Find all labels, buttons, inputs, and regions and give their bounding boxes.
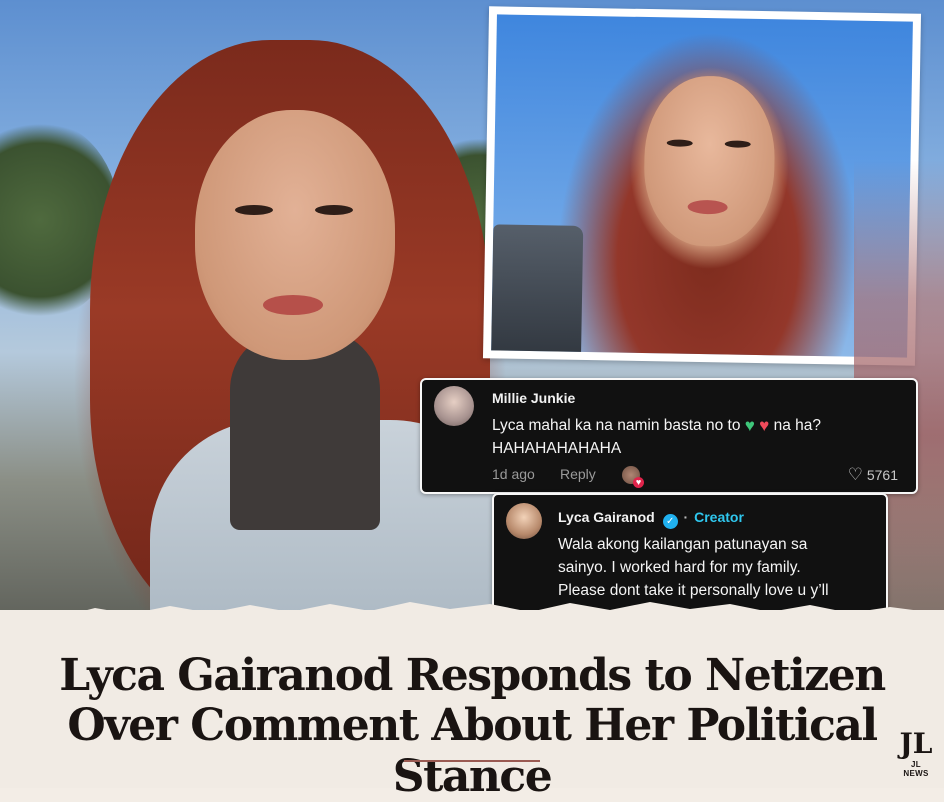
comment-text: Lyca mahal ka na namin basta no to ♥ ♥ n…	[492, 414, 821, 460]
headline-line2: Over Comment About Her Political Stance	[67, 700, 878, 802]
reply-author-row: Lyca Gairanod ✓ · Creator	[558, 509, 744, 529]
comment-author[interactable]: Millie Junkie	[492, 390, 575, 406]
comment-text-line1: Lyca mahal ka na namin basta no to	[492, 417, 741, 434]
eye	[315, 205, 353, 215]
reply-button[interactable]: Reply	[560, 466, 596, 482]
like-count-value: 5761	[866, 467, 898, 483]
avatar[interactable]	[434, 386, 474, 426]
verified-check-icon: ✓	[662, 514, 678, 529]
red-heart-icon: ♥	[759, 416, 770, 435]
reply-author[interactable]: Lyca Gairanod	[558, 509, 655, 525]
reply-text-line: sainyo. I worked hard for my family.	[558, 559, 801, 576]
liked-by-creator-icon	[622, 466, 644, 488]
torn-edge	[0, 602, 944, 630]
separator-dot: ·	[683, 509, 689, 525]
inset-photo-image	[491, 14, 913, 358]
eye	[235, 205, 273, 215]
headline-underline	[404, 760, 540, 762]
green-heart-icon: ♥	[744, 416, 755, 435]
face	[195, 110, 395, 360]
logo-mark: JL	[899, 727, 933, 760]
logo-text: JL NEWS	[903, 760, 929, 778]
turtleneck	[230, 330, 380, 530]
reply-text-line: Wala akong kailangan patunayan sa	[558, 536, 808, 553]
creator-badge: Creator	[694, 509, 744, 525]
jl-news-logo: JL JL NEWS	[898, 728, 934, 782]
comment-text-after-hearts: na ha?	[773, 417, 821, 434]
eye	[666, 139, 693, 147]
comment-card: Millie Junkie Lyca mahal ka na namin bas…	[420, 378, 918, 494]
eye	[724, 140, 751, 148]
lips	[263, 295, 323, 315]
heart-outline-icon[interactable]: ♡	[848, 465, 863, 484]
face	[642, 75, 776, 248]
headline-line1: Lyca Gairanod Responds to Netizen	[59, 650, 886, 701]
avatar[interactable]	[506, 503, 542, 539]
car	[491, 224, 584, 358]
comment-text-line2: HAHAHAHAHAHA	[492, 440, 622, 457]
comment-time: 1d ago	[492, 466, 535, 482]
like-count[interactable]: ♡ 5761	[848, 465, 898, 485]
lips	[687, 199, 728, 215]
